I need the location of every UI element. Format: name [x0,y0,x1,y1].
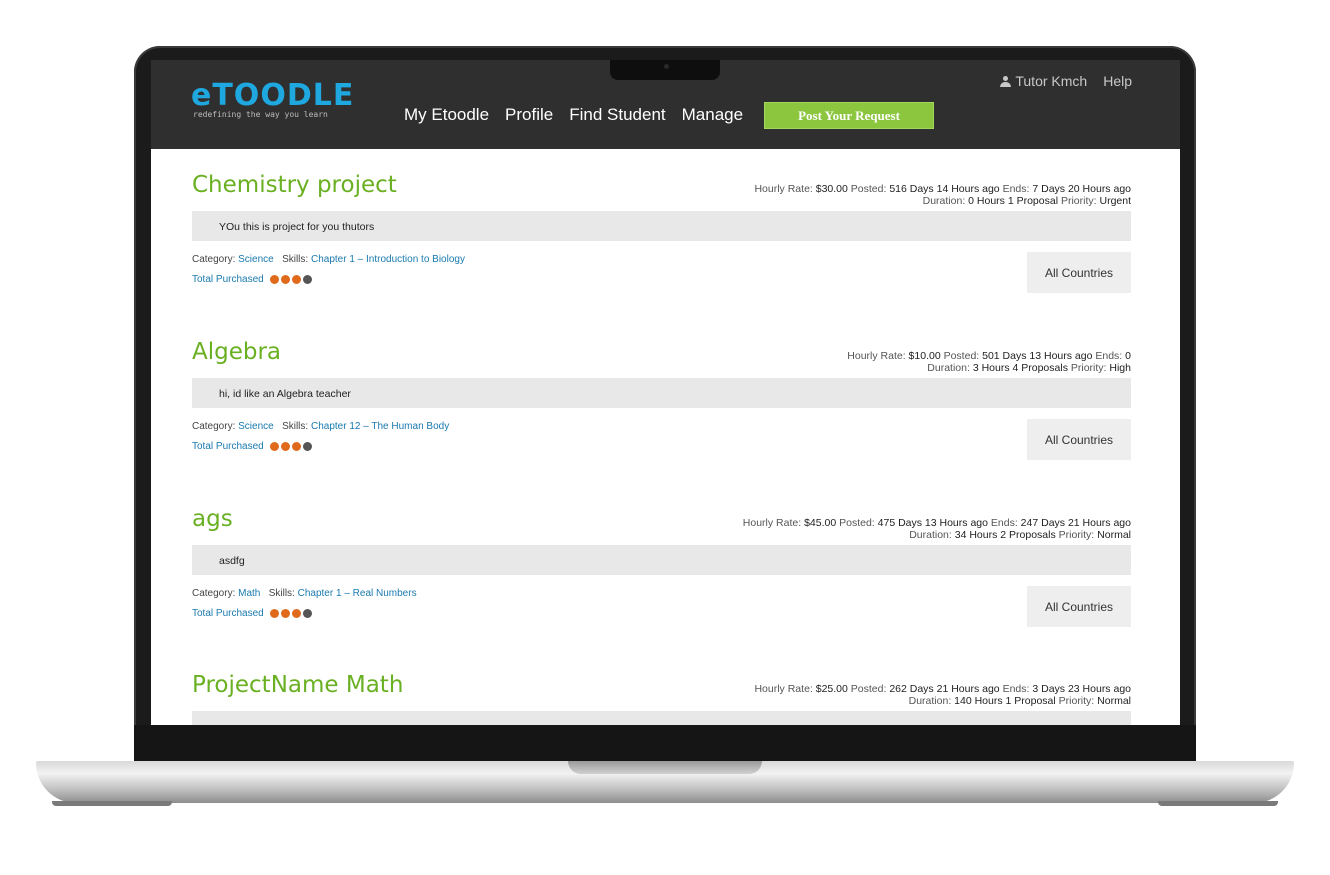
laptop-foot-left [52,801,172,806]
project-description [192,711,1131,725]
nav-find-student[interactable]: Find Student [569,105,665,125]
ends-time: 247 Days 21 Hours ago [1020,517,1131,529]
camera-icon [664,64,669,69]
duration: 34 Hours 2 Proposals [954,529,1056,541]
camera-notch [610,60,720,80]
laptop-bezel [134,725,1196,765]
duration: 0 Hours 1 Proposal [968,195,1059,207]
user-icon [1000,76,1012,87]
skills-link[interactable]: Chapter 1 – Introduction to Biology [311,254,465,265]
project-description: asdfg [192,545,1131,575]
skills-link[interactable]: Chapter 1 – Real Numbers [298,588,417,599]
nav-my-etoodle[interactable]: My Etoodle [404,105,489,125]
posted-time: 262 Days 21 Hours ago [889,683,1000,695]
help-link[interactable]: Help [1103,73,1132,89]
project-category: Category: Math Skills: Chapter 1 – Real … [192,588,417,599]
countries-badge: All Countries [1027,252,1131,293]
priority: Normal [1097,695,1131,707]
hourly-rate: $30.00 [815,183,848,195]
total-purchased: Total Purchased [192,441,312,452]
total-purchased: Total Purchased [192,274,312,285]
posted-time: 501 Days 13 Hours ago [982,350,1093,362]
category-link[interactable]: Science [238,254,274,265]
user-link[interactable]: Tutor Kmch [1000,73,1087,89]
ends-time: 0 [1125,350,1131,362]
total-purchased: Total Purchased [192,608,312,619]
post-request-button[interactable]: Post Your Request [764,102,934,129]
project-meta: Hourly Rate: $25.00 Posted: 262 Days 21 … [754,683,1131,707]
project-category: Category: Science Skills: Chapter 1 – In… [192,254,465,265]
laptop-foot-right [1158,801,1278,806]
main-nav: My Etoodle Profile Find Student Manage [404,105,743,125]
posted-time: 516 Days 14 Hours ago [889,183,1000,195]
priority: High [1109,362,1131,374]
project-description: YOu this is project for you thutors [192,211,1131,241]
countries-badge: All Countries [1027,586,1131,627]
project-title[interactable]: Chemistry project [192,172,397,198]
hourly-rate: $25.00 [815,683,848,695]
duration: 3 Hours 4 Proposals [972,362,1068,374]
nav-profile[interactable]: Profile [505,105,553,125]
laptop-base-notch [568,761,762,774]
category-link[interactable]: Science [238,421,274,432]
priority: Normal [1097,529,1131,541]
nav-manage[interactable]: Manage [682,105,743,125]
purchase-dots [269,609,312,618]
project-title[interactable]: Algebra [192,339,281,365]
logo-text: eTOODLE [191,78,355,113]
priority: Urgent [1099,195,1131,207]
project-title[interactable]: ProjectName Math [192,672,403,698]
ends-time: 3 Days 23 Hours ago [1032,683,1131,695]
etoodle-logo[interactable]: eTOODLE redefining the way you learn [191,80,366,120]
project-meta: Hourly Rate: $30.00 Posted: 516 Days 14 … [754,183,1131,207]
skills-link[interactable]: Chapter 12 – The Human Body [311,421,449,432]
user-name: Tutor Kmch [1015,73,1088,89]
purchase-dots [269,275,312,284]
logo-tagline: redefining the way you learn [193,110,328,119]
countries-badge: All Countries [1027,419,1131,460]
purchase-dots [269,442,312,451]
duration: 140 Hours 1 Proposal [954,695,1056,707]
project-category: Category: Science Skills: Chapter 12 – T… [192,421,450,432]
ends-time: 7 Days 20 Hours ago [1032,183,1131,195]
posted-time: 475 Days 13 Hours ago [877,517,988,529]
project-description: hi, id like an Algebra teacher [192,378,1131,408]
category-link[interactable]: Math [238,588,260,599]
project-meta: Hourly Rate: $10.00 Posted: 501 Days 13 … [847,350,1131,374]
browser-screen: eTOODLE redefining the way you learn My … [151,60,1180,725]
project-title[interactable]: ags [192,506,233,532]
hourly-rate: $45.00 [804,517,837,529]
hourly-rate: $10.00 [908,350,941,362]
project-meta: Hourly Rate: $45.00 Posted: 475 Days 13 … [742,517,1131,541]
user-bar: Tutor Kmch Help [1000,73,1132,89]
